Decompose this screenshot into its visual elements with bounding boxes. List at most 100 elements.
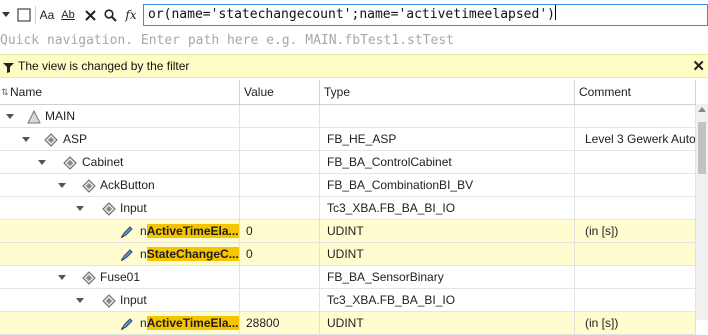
- type-cell: FB_BA_CombinationBI_BV: [320, 174, 575, 196]
- column-comment[interactable]: Comment: [575, 80, 696, 104]
- value-cell: [240, 105, 320, 127]
- toolbar-separator: [35, 6, 36, 24]
- node-name: ASP: [63, 132, 88, 146]
- tree-row[interactable]: Fuse01 FB_BA_SensorBinary: [0, 266, 696, 289]
- comment-cell: [575, 197, 696, 219]
- node-name: Input: [120, 293, 147, 307]
- close-icon[interactable]: ✕: [692, 57, 705, 75]
- name-prefix: n: [140, 247, 147, 261]
- vertical-scrollbar[interactable]: [696, 104, 708, 320]
- clear-filter-icon[interactable]: [16, 5, 32, 25]
- function-block-icon: [102, 201, 116, 216]
- node-name: Fuse01: [100, 270, 141, 284]
- name-match: ActiveTimeEla...: [146, 224, 239, 238]
- search-icon[interactable]: [102, 5, 118, 25]
- type-cell: Tc3_XBA.FB_BA_BI_IO: [320, 197, 575, 219]
- value-cell: [240, 266, 320, 288]
- value-cell[interactable]: 0: [240, 243, 320, 265]
- type-cell: FB_BA_ControlCabinet: [320, 151, 575, 173]
- tree-row[interactable]: nActiveTimeEla... 0 UDINT (in [s]): [0, 220, 696, 243]
- tree-row[interactable]: nStateChangeC... 0 UDINT: [0, 243, 696, 266]
- comment-cell: (in [s]): [575, 312, 696, 334]
- function-block-icon: [82, 270, 96, 285]
- type-cell: UDINT: [320, 312, 575, 334]
- value-cell: [240, 151, 320, 173]
- node-name: Cabinet: [82, 155, 124, 169]
- type-cell: Tc3_XBA.FB_BA_BI_IO: [320, 289, 575, 311]
- variable-icon: [120, 247, 134, 262]
- column-header: ⇅ Name Value Type Comment: [0, 80, 708, 105]
- expand-arrow-icon[interactable]: [22, 137, 30, 142]
- scrollbar-thumb[interactable]: [698, 122, 706, 174]
- dropdown-arrow-icon[interactable]: [0, 5, 12, 25]
- tree-row[interactable]: nActiveTimeEla... 28800 UDINT (in [s]): [0, 312, 696, 335]
- tree-row[interactable]: MAIN: [0, 105, 696, 128]
- tree-row[interactable]: Cabinet FB_BA_ControlCabinet: [0, 151, 696, 174]
- value-cell[interactable]: 0: [240, 220, 320, 242]
- expand-arrow-icon[interactable]: [58, 275, 66, 280]
- filter-input-value: or(name='statechangecount';name='activet…: [148, 7, 555, 22]
- filter-info-bar: The view is changed by the filter ✕: [0, 54, 708, 78]
- node-name: Input: [120, 201, 147, 215]
- function-block-icon: [82, 178, 96, 193]
- node-name: nActiveTimeEla...: [140, 220, 239, 242]
- match-word-button[interactable]: Ab: [58, 5, 78, 25]
- node-name: MAIN: [45, 109, 75, 123]
- program-icon: [27, 109, 41, 124]
- comment-cell: [575, 289, 696, 311]
- function-block-icon: [63, 155, 77, 170]
- tree-row[interactable]: Input Tc3_XBA.FB_BA_BI_IO: [0, 197, 696, 220]
- node-name: AckButton: [100, 178, 155, 192]
- column-value[interactable]: Value: [240, 80, 320, 104]
- type-cell: UDINT: [320, 243, 575, 265]
- expand-arrow-icon[interactable]: [76, 298, 84, 303]
- expand-arrow-icon[interactable]: [38, 160, 46, 165]
- comment-cell: [575, 151, 696, 173]
- close-icon[interactable]: [82, 5, 98, 25]
- column-type[interactable]: Type: [320, 80, 575, 104]
- quick-navigation-input[interactable]: Quick navigation. Enter path here e.g. M…: [0, 30, 708, 52]
- value-cell: [240, 289, 320, 311]
- function-button[interactable]: fx: [122, 5, 140, 25]
- type-cell: UDINT: [320, 220, 575, 242]
- comment-cell: [575, 105, 696, 127]
- name-match: ActiveTimeEla...: [146, 316, 239, 330]
- node-name: nStateChangeC...: [140, 243, 239, 265]
- value-cell: [240, 174, 320, 196]
- comment-cell: [575, 266, 696, 288]
- name-prefix: n: [140, 224, 147, 238]
- expand-arrow-icon[interactable]: [58, 183, 66, 188]
- value-cell[interactable]: 28800: [240, 312, 320, 334]
- type-cell: FB_HE_ASP: [320, 128, 575, 150]
- expand-arrow-icon[interactable]: [76, 206, 84, 211]
- comment-cell: [575, 174, 696, 196]
- expand-arrow-icon[interactable]: [6, 114, 14, 119]
- column-name[interactable]: ⇅ Name: [0, 80, 240, 104]
- filter-input[interactable]: or(name='statechangecount';name='activet…: [143, 4, 708, 26]
- text-cursor: [555, 5, 556, 20]
- type-cell: [320, 105, 575, 127]
- tree-row[interactable]: ASP FB_HE_ASP Level 3 Gewerk Autom: [0, 128, 696, 151]
- variable-icon: [120, 224, 134, 239]
- value-cell: [240, 197, 320, 219]
- name-prefix: n: [140, 316, 147, 330]
- value-cell: [240, 128, 320, 150]
- type-cell: FB_BA_SensorBinary: [320, 266, 575, 288]
- tree-row[interactable]: Input Tc3_XBA.FB_BA_BI_IO: [0, 289, 696, 312]
- sort-icon: ⇅: [1, 87, 9, 97]
- node-name: nActiveTimeEla...: [140, 312, 239, 334]
- tree-row[interactable]: AckButton FB_BA_CombinationBI_BV: [0, 174, 696, 197]
- scroll-up-icon[interactable]: [698, 107, 706, 112]
- function-block-icon: [102, 293, 116, 308]
- comment-cell: [575, 243, 696, 265]
- info-bar-text: The view is changed by the filter: [18, 59, 190, 73]
- name-match: StateChangeC...: [146, 247, 239, 261]
- function-block-icon: [44, 132, 58, 147]
- match-case-button[interactable]: Aa: [38, 5, 56, 25]
- filter-toolbar: Aa Ab fx or(name='statechangecount';name…: [0, 0, 708, 30]
- variable-icon: [120, 316, 134, 331]
- comment-cell: Level 3 Gewerk Autom: [575, 128, 696, 150]
- comment-cell: (in [s]): [575, 220, 696, 242]
- column-name-label: Name: [10, 85, 43, 99]
- filter-funnel-icon: [3, 62, 14, 76]
